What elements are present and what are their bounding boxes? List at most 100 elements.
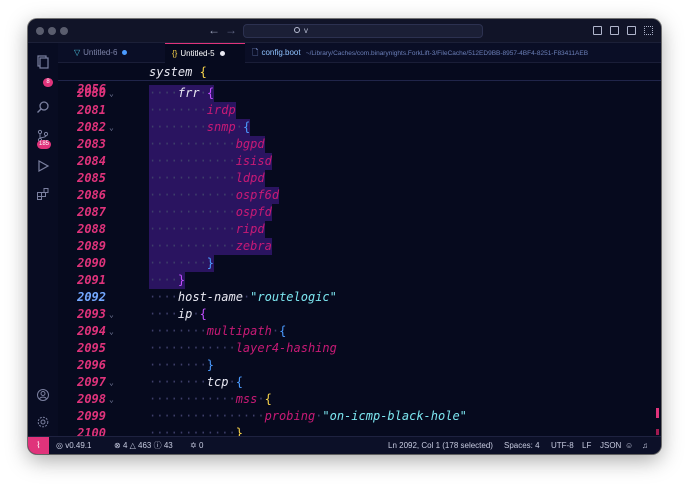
scrollbar-thumb[interactable] (656, 429, 659, 435)
token-brace: { (279, 324, 287, 338)
indent-whitespace: ········ (149, 103, 207, 117)
encoding-status[interactable]: UTF-8 (551, 437, 574, 454)
fold-chevron-icon[interactable]: ⌄ (109, 306, 114, 323)
code-line[interactable]: 2097 ⌄ ········tcp·{ (58, 374, 661, 391)
customize-layout-icon[interactable] (644, 26, 653, 35)
code-line[interactable]: 2092 ····host-name·"routelogic" (58, 289, 661, 306)
line-number: 2089 (77, 239, 106, 253)
code-line[interactable]: 2080⌄····frr·{ (58, 85, 661, 102)
tab-config-boot[interactable]: 🗋 config.boot ~/Library/Caches/com.binary… (246, 43, 661, 63)
eol-status[interactable]: LF (582, 437, 591, 454)
indent-whitespace: ···· (149, 86, 178, 100)
token-keyword: ripd (235, 222, 265, 236)
code-line[interactable]: 2095 ············layer4-hashing (58, 340, 661, 357)
code-line[interactable]: 2093 ⌄ ····ip·{ (58, 306, 661, 323)
line-code: ········} (149, 255, 214, 272)
token-keyword: multipath (206, 324, 272, 338)
line-code: ················probing·"on-icmp-black-h… (149, 409, 467, 423)
code-line[interactable]: 2099 ················probing·"on-icmp-bla… (58, 408, 661, 425)
problems-status[interactable]: ⊗ 4 △ 463 ⓘ 43 (114, 437, 173, 454)
extensions-icon[interactable] (36, 187, 50, 201)
token-brace: { (242, 120, 251, 134)
line-code: ············mss·{ (149, 392, 272, 406)
cursor-position[interactable]: Ln 2092, Col 1 (178 selected) (388, 437, 493, 454)
tab-untitled-5[interactable]: {} Untitled-5 (165, 43, 245, 63)
search-icon[interactable] (36, 100, 50, 114)
line-code: ············bgpd (149, 136, 265, 153)
version-status[interactable]: ◎ v0.49.1 (56, 437, 91, 454)
status-bar: ⌇ ◎ v0.49.1 ⊗ 4 △ 463 ⓘ 43 ✡ 0 Ln 2092, … (28, 436, 661, 454)
code-line[interactable]: 2100 ············} (58, 425, 661, 436)
toggle-panel-icon[interactable] (610, 26, 619, 35)
code-line[interactable]: 2094 ⌄ ········multipath·{ (58, 323, 661, 340)
code-line[interactable]: 2088 ············ripd (58, 221, 661, 238)
code-line[interactable]: 2091 ····} (58, 272, 661, 289)
scrollbar-selection-marker[interactable] (656, 408, 659, 418)
close-window-button[interactable] (36, 27, 44, 35)
line-number: 2094 (77, 324, 106, 338)
minimize-window-button[interactable] (48, 27, 56, 35)
fold-chevron-icon[interactable]: ⌄ (109, 374, 114, 391)
code-line[interactable]: 2083 ············bgpd (58, 136, 661, 153)
activity-bar: 8 185 (28, 43, 58, 436)
code-line[interactable]: 2096 ········} (58, 357, 661, 374)
indent-whitespace: ················ (149, 409, 265, 423)
fold-chevron-icon[interactable]: ⌄ (109, 85, 114, 102)
fold-chevron-icon[interactable]: ⌄ (109, 323, 114, 340)
line-number: 2088 (77, 222, 106, 236)
language-mode-status[interactable]: JSON (600, 437, 621, 454)
indentation-status[interactable]: Spaces: 4 (504, 437, 540, 454)
sticky-scroll-header[interactable]: 2056 system { (58, 64, 661, 96)
indent-whitespace: ········ (149, 358, 207, 372)
feedback-icon[interactable]: ☺ (625, 437, 633, 454)
forward-arrow-icon[interactable]: → (225, 23, 237, 37)
fold-chevron-icon[interactable]: ⌄ (109, 391, 114, 408)
toggle-sidebar-icon[interactable] (593, 26, 602, 35)
editor-tabs: ▽ Untitled-6 {} Untitled-5 🗋 config.boot ~/… (58, 43, 661, 63)
line-code: ············} (149, 425, 243, 436)
line-code: ············ripd (149, 221, 265, 238)
token-keyword: irdp (206, 103, 236, 117)
line-number: 2056 (77, 82, 106, 96)
command-center-search[interactable]: v (243, 24, 483, 38)
line-code: ············isisd (149, 153, 272, 170)
line-code: ········snmp·{ (149, 120, 251, 134)
editor-window: ← → v 8 185 ▽ Untitled-6 {} Untitled-5 🗋… (28, 19, 661, 454)
line-code: ············layer4-hashing (149, 340, 337, 357)
line-code: ········tcp·{ (149, 375, 243, 389)
code-line[interactable]: 2087 ············ospfd (58, 204, 661, 221)
settings-gear-icon[interactable] (36, 415, 50, 429)
line-code: ········irdp (149, 102, 236, 119)
code-line[interactable]: 2086 ············ospf6d (58, 187, 661, 204)
code-line[interactable]: 2098 ⌄ ············mss·{ (58, 391, 661, 408)
code-line[interactable]: 2081········irdp (58, 102, 661, 119)
code-line[interactable]: 2084 ············isisd (58, 153, 661, 170)
line-number: 2100 (77, 426, 106, 436)
toggle-secondary-sidebar-icon[interactable] (627, 26, 636, 35)
code-line[interactable]: 2082 ⌄ ········snmp·{ (58, 119, 661, 136)
unsaved-dot-icon (219, 51, 225, 57)
code-line[interactable]: 2090 ········} (58, 255, 661, 272)
run-debug-icon[interactable] (36, 159, 50, 173)
code-line[interactable]: 2085 ············ldpd (58, 170, 661, 187)
back-arrow-icon[interactable]: ← (208, 23, 220, 37)
token-keyword: snmp (206, 120, 236, 134)
code-editor[interactable]: 2080⌄····frr·{2081········irdp2082⌄·····… (58, 64, 661, 436)
line-code: ····} (149, 272, 185, 289)
explorer-icon[interactable] (36, 55, 50, 69)
explorer-badge: 8 (43, 78, 53, 87)
line-code: ············zebra (149, 238, 272, 255)
zoom-window-button[interactable] (60, 27, 68, 35)
token-keyword: frr (177, 86, 200, 100)
fold-chevron-icon[interactable]: ⌄ (109, 119, 114, 136)
account-icon[interactable] (36, 388, 50, 402)
ports-status[interactable]: ✡ 0 (190, 437, 203, 454)
tab-untitled-6[interactable]: ▽ Untitled-6 (58, 43, 134, 63)
indent-whitespace: ············ (149, 222, 236, 236)
remote-indicator-icon[interactable]: ⌇ (28, 437, 49, 454)
indent-whitespace: ···· (149, 307, 178, 321)
token-keyword: probing (264, 409, 316, 423)
code-line[interactable]: 2089 ············zebra (58, 238, 661, 255)
line-number: 2084 (77, 154, 106, 168)
notifications-bell-icon[interactable]: ♫ (642, 437, 648, 454)
